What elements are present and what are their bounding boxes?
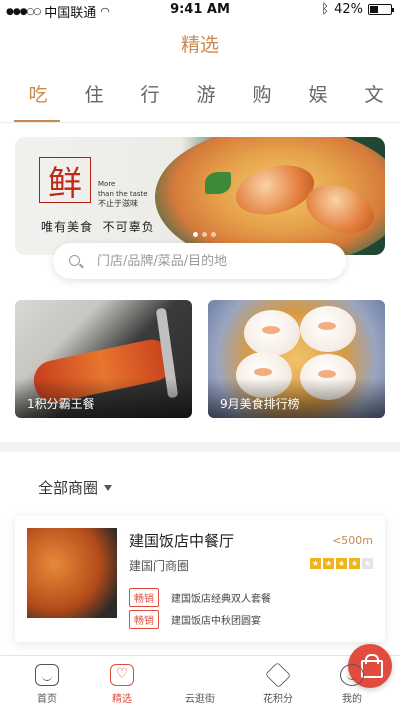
deal-text: 建国饭店经典双人套餐 — [171, 594, 271, 605]
category-tabs: 吃 住 行 游 购 娱 文 — [0, 80, 400, 122]
dumpling-image — [244, 310, 300, 356]
area-filter-label: 全部商圈 — [38, 479, 99, 497]
home-icon — [35, 664, 59, 686]
banner-pagination — [193, 232, 216, 237]
star-icon: ★ — [336, 558, 347, 569]
pagination-dot — [202, 232, 207, 237]
status-bar: ●●●○○ 中国联通 ◠ 9:41 AM ᛒ 42% — [0, 0, 400, 21]
deal-row[interactable]: 畅销 建国饭店经典双人套餐 — [129, 588, 271, 607]
promo-card-label: 9月美食排行榜 — [220, 397, 300, 411]
banner-subtitle: 不止于滋味 — [98, 199, 138, 208]
rating-stars: ★ ★ ★ ★ ★ — [310, 558, 373, 569]
banner-more-line1: More — [98, 180, 116, 188]
deal-row[interactable]: 畅销 建国饭店中秋团圆宴 — [129, 610, 261, 629]
tab-shop[interactable]: 购 — [242, 80, 282, 107]
pagination-dot — [211, 232, 216, 237]
promo-card-ranking[interactable]: 9月美食排行榜 — [208, 300, 385, 418]
tab-culture[interactable]: 文 — [354, 80, 394, 107]
nav-points[interactable]: 花积分 — [248, 661, 308, 705]
search-icon — [67, 243, 97, 279]
restaurant-area: 建国门商圈 — [129, 559, 190, 573]
tab-tour[interactable]: 游 — [186, 80, 226, 107]
search-bar[interactable] — [53, 243, 346, 279]
nav-label: 首页 — [37, 694, 57, 705]
page-title: 精选 — [180, 34, 219, 56]
restaurant-image — [27, 528, 117, 618]
nav-label: 云逛街 — [185, 694, 215, 705]
banner-slogan: 唯有美食 不可辜负 — [41, 220, 155, 234]
tab-travel[interactable]: 行 — [130, 80, 170, 107]
star-icon: ★ — [323, 558, 334, 569]
herb-image — [205, 172, 231, 194]
nav-label: 我的 — [342, 694, 362, 705]
nav-label: 精选 — [112, 694, 132, 705]
tabs-divider — [0, 122, 400, 123]
promo-banner[interactable]: 鲜 More than the taste 不止于滋味 唯有美食 不可辜负 — [15, 137, 385, 255]
heart-icon — [110, 664, 134, 686]
tab-eat[interactable]: 吃 — [18, 80, 58, 107]
banner-seal: 鲜 — [39, 157, 91, 204]
star-icon: ★ — [362, 558, 373, 569]
battery-percent: 42% — [334, 2, 363, 17]
bluetooth-icon: ᛒ — [321, 2, 330, 17]
tab-entertainment[interactable]: 娱 — [298, 80, 338, 107]
smiley-icon — [340, 664, 364, 686]
deal-tag: 畅销 — [129, 610, 159, 629]
nav-mine[interactable]: 我的 — [322, 664, 382, 705]
diamond-icon — [264, 661, 292, 689]
restaurant-card[interactable]: 建国饭店中餐厅 <500m 建国门商圈 ★ ★ ★ ★ ★ 畅销 建国饭店经典双人套餐 … — [15, 516, 385, 642]
nav-featured[interactable]: 精选 — [92, 664, 152, 705]
star-icon: ★ — [349, 558, 360, 569]
star-icon: ★ — [310, 558, 321, 569]
battery-icon — [368, 4, 394, 15]
dumpling-image — [300, 306, 356, 352]
restaurant-name: 建国饭店中餐厅 — [129, 532, 235, 550]
bottom-nav: 首页 精选 云逛街 花积分 我的 — [0, 644, 400, 711]
promo-card-free-meal[interactable]: 1积分霸王餐 — [15, 300, 192, 418]
battery-info: ᛒ 42% — [321, 2, 394, 17]
section-divider — [0, 442, 400, 452]
deal-text: 建国饭店中秋团圆宴 — [171, 616, 261, 627]
tab-stay[interactable]: 住 — [74, 80, 114, 107]
restaurant-distance: <500m — [332, 534, 373, 547]
area-filter[interactable]: 全部商圈 — [38, 477, 113, 498]
nav-label: 花积分 — [263, 694, 293, 705]
nav-home[interactable]: 首页 — [17, 664, 77, 705]
nav-cloud-shopping[interactable]: 云逛街 — [170, 644, 392, 705]
search-input[interactable] — [97, 253, 317, 269]
promo-card-label: 1积分霸王餐 — [27, 397, 95, 411]
banner-more-text: More than the taste — [98, 179, 148, 199]
battery-fill — [370, 6, 379, 13]
caret-down-icon — [104, 484, 113, 491]
pagination-dot — [193, 232, 198, 237]
deal-tag: 畅销 — [129, 588, 159, 607]
